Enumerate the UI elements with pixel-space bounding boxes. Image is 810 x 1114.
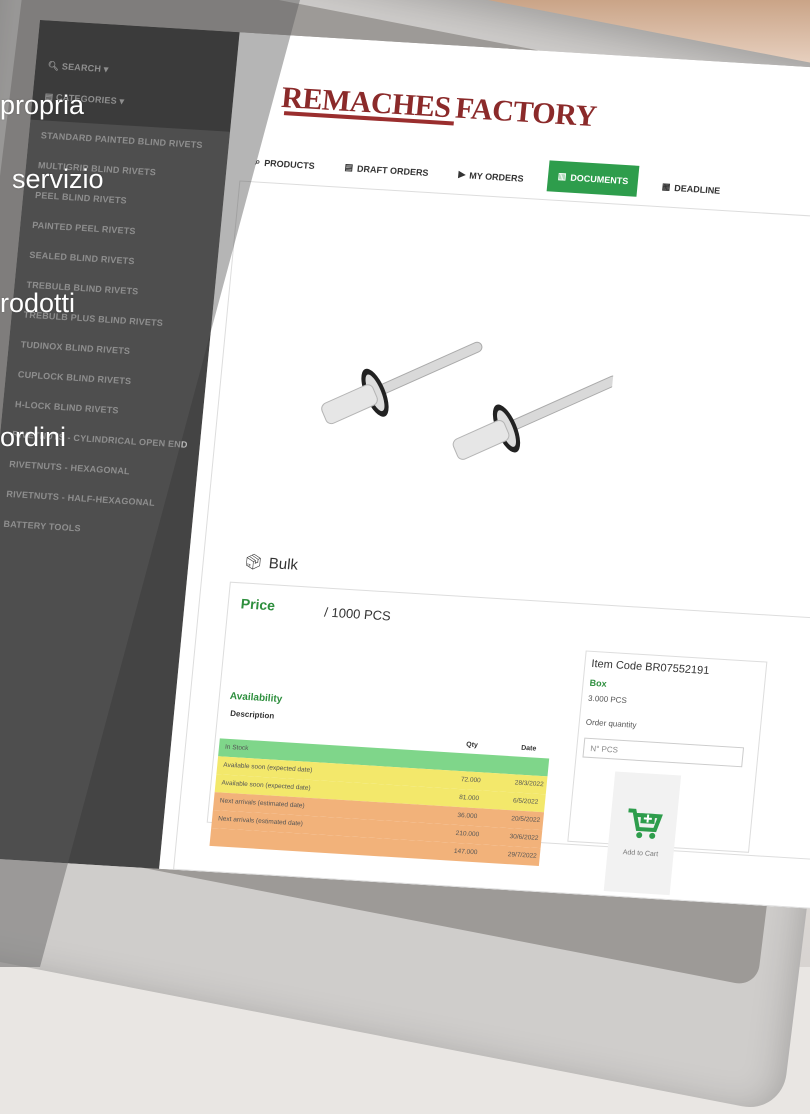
boxes-icon: ▤ — [344, 161, 354, 173]
availability-date: 28/3/2022 — [514, 779, 544, 789]
nav-products[interactable]: ⌕ PRODUCTS — [248, 150, 322, 177]
brand-logo: REMACHES FACTORY — [280, 81, 598, 134]
availability-date: 30/6/2022 — [509, 833, 539, 842]
overlay-line-1: propria — [0, 90, 85, 120]
order-box: Item Code BR07552191 Box 3.000 PCS Order… — [567, 650, 768, 896]
overlay-line-4: ordini — [0, 422, 67, 452]
product-panel: 📦︎ Bulk Price / 1000 PCS Availability De… — [173, 180, 810, 910]
price-unit: / 1000 PCS — [323, 604, 392, 624]
nav-documents[interactable]: ▥ DOCUMENTS — [546, 160, 640, 197]
overlay-line-3: rodotti — [0, 288, 76, 318]
nav-label: DRAFT ORDERS — [356, 163, 429, 178]
availability-qty: 210.000 — [455, 829, 480, 839]
file-icon: ▥ — [557, 170, 567, 182]
nav-label: DEADLINE — [673, 182, 721, 196]
overlay-line-2: servizio — [12, 164, 104, 194]
availability-desc: Next arrivals (estimated date) — [219, 797, 305, 810]
price-label: Price — [240, 595, 276, 614]
availability-date: 20/5/2022 — [510, 815, 541, 825]
pack-type-label: Bulk — [268, 554, 299, 574]
main-content: REMACHES FACTORY ⌕ PRODUCTS ▤ DRAFT ORDERS ▶… — [159, 32, 810, 910]
logo-part2: FACTORY — [453, 91, 598, 134]
qty-header: Qty — [465, 741, 479, 750]
truck-icon: ▶ — [458, 168, 466, 180]
availability-date: 29/7/2022 — [507, 851, 538, 860]
date-header: Date — [520, 744, 537, 753]
box-value: 3.000 PCS — [587, 693, 628, 706]
availability-qty: 72.000 — [460, 776, 482, 785]
add-to-cart-button[interactable]: Add to Cart — [603, 771, 682, 896]
sidebar-search-label: SEARCH — [61, 61, 102, 74]
boxes-icon: 📦︎ — [243, 553, 264, 572]
availability-qty: 147.000 — [453, 847, 478, 857]
order-quantity-input[interactable]: N° PCS — [582, 737, 745, 768]
rivet-product-image — [321, 341, 619, 460]
add-to-cart-label: Add to Cart — [622, 849, 659, 859]
availability-table: In Stock Available soon (expected date) 72… — [209, 583, 810, 867]
availability-qty: 81.000 — [458, 794, 480, 803]
search-icon: ⌕ — [254, 156, 261, 167]
availability-label: Availability — [229, 690, 283, 706]
nav-label: DOCUMENTS — [569, 172, 629, 186]
availability-desc: Available soon (expected date) — [221, 779, 311, 792]
item-code: Item Code BR07552191 — [590, 657, 710, 678]
pack-type: 📦︎ Bulk — [243, 552, 299, 573]
cart-icon — [628, 808, 663, 839]
availability-desc: Available soon (expected date) — [222, 761, 313, 775]
description-header: Description — [229, 708, 275, 721]
box-label: Box — [589, 677, 608, 689]
laptop-screen: 🔍︎ SEARCH ▾ ▤ CATEGORIES ▾ STANDARD PAIN… — [0, 20, 810, 910]
availability-qty: 36.000 — [457, 811, 478, 821]
calendar-icon: ▦ — [661, 181, 671, 192]
availability-desc: In Stock — [224, 743, 249, 753]
nav-my-orders[interactable]: ▶ MY ORDERS — [451, 163, 530, 191]
availability-desc: Next arrivals (estimated date) — [217, 815, 304, 828]
nav-label: PRODUCTS — [263, 157, 316, 171]
nav-label: MY ORDERS — [468, 170, 525, 184]
nav-draft-orders[interactable]: ▤ DRAFT ORDERS — [338, 156, 436, 185]
nav-deadline[interactable]: ▦ DEADLINE — [655, 175, 728, 202]
price-box: Price / 1000 PCS Availability Descriptio… — [206, 581, 810, 896]
order-quantity-label: Order quantity — [585, 717, 637, 730]
availability-date: 6/5/2022 — [512, 797, 539, 806]
